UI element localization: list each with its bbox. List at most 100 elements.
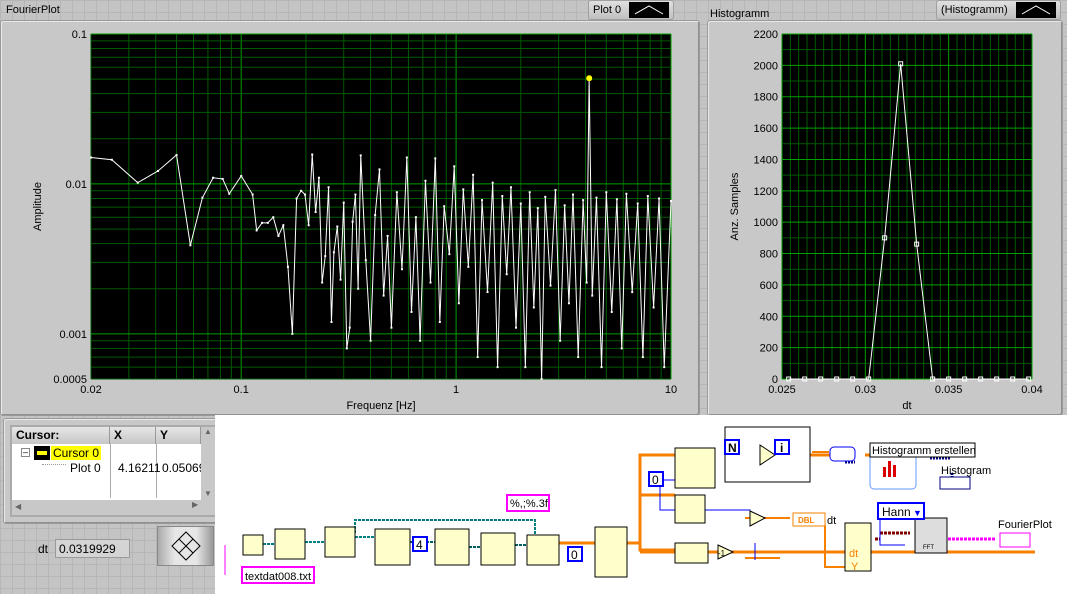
y-tick-label: 1400 [754, 154, 778, 166]
zero-constant[interactable]: 0 [652, 473, 659, 487]
data-point [615, 198, 618, 201]
y-tick-label: 2000 [754, 60, 778, 72]
header-x: X [110, 427, 156, 444]
data-point [457, 302, 460, 305]
four-constant[interactable]: 4 [416, 538, 423, 552]
cursor-x-value[interactable]: 4.16211 [118, 461, 161, 475]
block-diagram[interactable]: textdat008.txt %,;%.3f 0 4 0 N i Histogr… [215, 415, 1067, 594]
y-tick-label: 800 [760, 249, 778, 261]
iteration-terminal: i [780, 441, 783, 455]
data-point [515, 326, 518, 329]
cursor-name[interactable]: Cursor 0 [51, 446, 102, 460]
data-point [670, 199, 672, 202]
window-ring-constant[interactable]: Hann [882, 505, 911, 519]
x-tick-label: 0.04 [1021, 384, 1042, 396]
data-point [453, 165, 456, 168]
data-point [369, 339, 372, 342]
data-point [540, 378, 543, 380]
y-tick-label: 0.0005 [53, 374, 87, 386]
data-point [255, 229, 258, 232]
data-point [348, 326, 351, 329]
zero-constant[interactable]: 0 [571, 548, 578, 562]
histogram-plot-area[interactable]: 0.025 0.03 0.035 0.040200400600800100012001… [708, 21, 1064, 417]
cursor-style-icon[interactable] [34, 446, 50, 460]
data-point [307, 224, 310, 227]
data-point [175, 153, 178, 156]
histogram-legend[interactable]: (Histogramm) [936, 0, 1061, 20]
x-tick-label: 1 [453, 384, 459, 396]
data-point [351, 220, 354, 223]
data-point [641, 356, 644, 359]
data-point [311, 153, 314, 156]
data-point [345, 347, 348, 350]
data-point [228, 192, 231, 195]
data-point [467, 265, 470, 268]
negate-constant: -1 [718, 549, 726, 558]
data-point [448, 253, 451, 256]
y-tick-label: 0.01 [66, 179, 87, 191]
data-point [332, 251, 335, 254]
horizontal-scrollbar[interactable]: ◀ ▶ [12, 500, 215, 515]
data-point [339, 278, 342, 281]
data-point [317, 176, 320, 179]
fourier-graph[interactable]: 0.02 0.1 1 10 0.1 0.01 0.001 0.0005 Frequenz [Hz… [0, 20, 700, 416]
data-point [549, 284, 552, 287]
dbl-indicator[interactable]: DBL [798, 516, 815, 525]
data-point [419, 339, 422, 342]
data-point [266, 221, 269, 224]
y-axis-label: Anz. Samples [729, 172, 741, 240]
data-point [357, 287, 360, 290]
data-point [532, 306, 535, 309]
x-axis-label: dt [902, 400, 911, 412]
format-string-constant[interactable]: %,;%.3f [510, 498, 549, 510]
data-point [429, 281, 432, 284]
data-point [582, 199, 585, 202]
data-point [324, 255, 327, 258]
data-point [462, 188, 465, 191]
data-point [300, 189, 303, 192]
cursor-marker [586, 75, 593, 82]
data-point [400, 268, 403, 271]
data-point [595, 196, 598, 199]
data-point [509, 186, 512, 189]
cursor-plot-name: Plot 0 [70, 461, 101, 475]
data-point [414, 216, 417, 219]
dropdown-arrow-icon[interactable]: ▼ [913, 508, 922, 518]
cursor-legend[interactable]: Cursor: X Y – Cursor 0 Plot 0 4.16211 0.… [10, 425, 215, 517]
data-point [524, 366, 527, 369]
collapse-toggle[interactable]: – [21, 448, 30, 457]
diamond-navigation-icon [171, 531, 201, 561]
data-point [610, 310, 613, 313]
data-point [251, 193, 254, 196]
data-point [563, 204, 566, 207]
fourier-title: FourierPlot [6, 4, 60, 16]
data-point [646, 195, 649, 198]
data-point [303, 193, 306, 196]
histogram-graph[interactable]: 0.025 0.03 0.035 0.04 0 200 400 600 800 1000 1200 1… [707, 20, 1063, 416]
data-point [405, 156, 408, 159]
y-tick-label: 0.001 [59, 329, 87, 341]
diagram-canvas[interactable]: textdat008.txt %,;%.3f 0 4 0 N i Histogr… [215, 415, 1067, 594]
data-point [496, 366, 499, 369]
vertical-scrollbar[interactable]: ▲ ▼ [201, 427, 215, 500]
navigation-button[interactable] [157, 526, 214, 566]
data-point [156, 169, 159, 172]
y-tick-label: 200 [760, 343, 778, 355]
y-tick-label: 2200 [754, 29, 778, 41]
file-path-constant[interactable]: textdat008.txt [245, 571, 311, 583]
legend-plot-name: (Histogramm) [941, 4, 1008, 16]
fft-vi-label: FFT [923, 545, 934, 551]
data-point [410, 310, 413, 313]
data-point [577, 356, 580, 359]
data-point [572, 193, 575, 196]
fourier-plot-legend[interactable]: Plot 0 [588, 0, 675, 20]
data-point [605, 191, 608, 194]
y-tick-label: 1200 [754, 186, 778, 198]
data-point [585, 281, 588, 284]
line-style-icon [1015, 2, 1056, 18]
histogram-tooltip: Histogramm erstellen [872, 445, 976, 457]
data-point [110, 158, 113, 161]
fourier-plot-area[interactable]: 0.02 0.1 1 100.10.010.0010.0005Frequenz [Hz… [1, 21, 701, 417]
data-point [554, 189, 557, 192]
cursor-y-value[interactable]: 0.05069 [162, 461, 202, 475]
